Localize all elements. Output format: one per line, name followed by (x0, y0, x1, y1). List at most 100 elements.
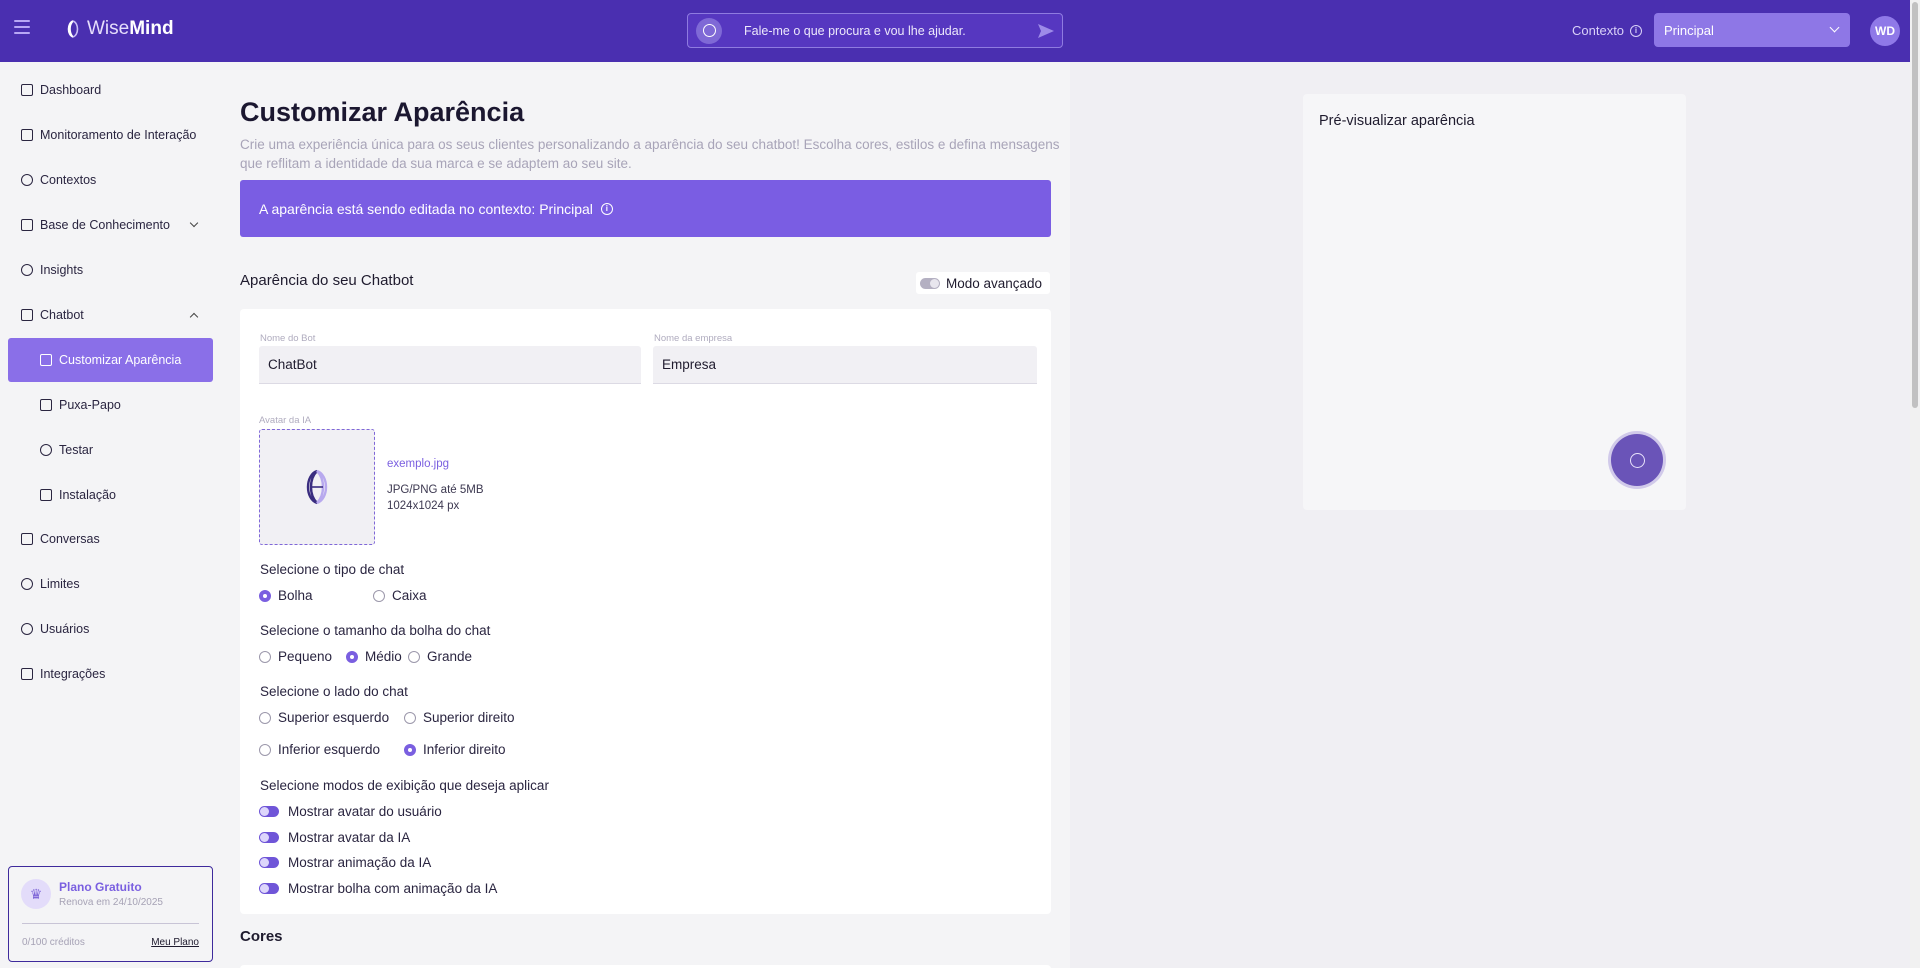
context-select-value: Principal (1664, 22, 1714, 38)
sidebar-item-integrations[interactable]: Integrações (8, 653, 213, 695)
radio-label: Pequeno (278, 649, 333, 664)
radio-label: Grande (427, 649, 473, 664)
radio-chat-type-box[interactable]: Caixa (373, 588, 427, 603)
user-avatar[interactable]: WD (1870, 16, 1900, 46)
avatar-format: JPG/PNG até 5MB (387, 484, 484, 496)
sidebar-item-monitoring[interactable]: Monitoramento de Interação (8, 114, 213, 156)
plan-credits: 0/100 créditos (22, 937, 85, 948)
sidebar-item-puxa-papo[interactable]: Puxa-Papo (8, 384, 213, 426)
radio-label: Superior direito (423, 710, 515, 725)
context-label-text: Contexto (1572, 23, 1625, 38)
logo[interactable]: Wise Mind (63, 18, 174, 40)
plan-title: Plano Gratuito (59, 880, 142, 894)
page-description: Crie uma experiência única para os seus … (240, 137, 1060, 171)
wisemind-logo-icon (67, 20, 79, 38)
toggle-switch[interactable] (259, 832, 279, 843)
company-name-input[interactable] (653, 346, 1037, 384)
hamburger-menu-icon[interactable] (14, 20, 30, 34)
sidebar-item-label: Puxa-Papo (59, 398, 121, 412)
puzzle-icon (40, 489, 52, 501)
contexts-icon (21, 174, 33, 186)
wisemind-logo-icon (306, 469, 328, 505)
bot-name-input[interactable] (259, 346, 641, 384)
sidebar: Dashboard Monitoramento de Interação Con… (0, 62, 220, 968)
toggle-switch[interactable] (259, 883, 279, 894)
radio-dot[interactable] (259, 650, 271, 663)
plan-divider (22, 923, 199, 924)
sidebar-item-label: Integrações (40, 667, 106, 681)
sidebar-item-label: Chatbot (40, 308, 84, 322)
monitoring-icon (21, 129, 33, 141)
radio-side-top-left[interactable]: Superior esquerdo (259, 710, 389, 725)
my-plan-link[interactable]: Meu Plano (151, 937, 199, 948)
toggle-show-ai-animation[interactable]: Mostrar animação da IA (259, 855, 431, 870)
radio-dot[interactable] (346, 650, 358, 663)
radio-size-small[interactable]: Pequeno (259, 649, 332, 664)
ai-orb-icon (696, 17, 722, 44)
toggle-label: Mostrar avatar do usuário (288, 804, 442, 819)
radio-size-large[interactable]: Grande (408, 649, 472, 664)
bot-name-label: Nome do Bot (260, 333, 316, 344)
page-scrollbar[interactable] (1910, 0, 1920, 968)
sidebar-item-knowledge-base[interactable]: Base de Conhecimento (8, 204, 213, 246)
chevron-down-icon (189, 218, 199, 228)
toggle-switch[interactable] (259, 806, 279, 817)
context-label: Contexto i (1572, 23, 1643, 38)
context-banner: A aparência está sendo editada no contex… (240, 180, 1051, 237)
radio-dot[interactable] (408, 650, 420, 663)
sidebar-item-contexts[interactable]: Contextos (8, 159, 213, 201)
radio-dot[interactable] (259, 743, 271, 756)
sidebar-item-installation[interactable]: Instalação (8, 474, 213, 516)
logo-word-wise: Wise (87, 18, 130, 39)
sidebar-item-label: Monitoramento de Interação (40, 128, 197, 142)
company-name-label: Nome da empresa (654, 333, 733, 344)
context-banner-text: A aparência está sendo editada no contex… (259, 200, 593, 217)
info-icon[interactable]: i (1630, 24, 1643, 37)
toggle-show-ai-avatar[interactable]: Mostrar avatar da IA (259, 830, 410, 845)
advanced-mode-toggle[interactable]: Modo avançado (916, 272, 1051, 294)
knowledge-base-icon (21, 219, 33, 231)
sidebar-item-dashboard[interactable]: Dashboard (8, 69, 213, 111)
chat-side-label: Selecione o lado do chat (260, 684, 408, 699)
sidebar-item-limits[interactable]: Limites (8, 563, 213, 605)
sidebar-item-test[interactable]: Testar (8, 429, 213, 471)
radio-dot[interactable] (373, 589, 385, 602)
radio-dot[interactable] (404, 711, 416, 724)
conversations-icon (21, 533, 33, 545)
preview-title: Pré-visualizar aparência (1319, 113, 1475, 129)
radio-dot[interactable] (259, 589, 271, 602)
scrollbar-thumb[interactable] (1912, 2, 1918, 408)
crown-icon: ♛ (21, 879, 51, 909)
integrations-icon (21, 668, 33, 680)
toggle-label: Mostrar bolha com animação da IA (288, 881, 498, 896)
radio-chat-type-bubble[interactable]: Bolha (259, 588, 313, 603)
radio-side-bottom-right[interactable]: Inferior direito (404, 742, 506, 757)
radio-dot[interactable] (404, 743, 416, 756)
sidebar-item-insights[interactable]: Insights (8, 249, 213, 291)
radio-side-top-right[interactable]: Superior direito (404, 710, 515, 725)
sidebar-item-customize-appearance[interactable]: Customizar Aparência (8, 338, 213, 382)
plan-renew-date: Renova em 24/10/2025 (59, 897, 163, 908)
sidebar-item-conversations[interactable]: Conversas (8, 518, 213, 560)
search-input[interactable] (744, 23, 1030, 38)
avatar-upload-dropzone[interactable] (259, 429, 375, 545)
avatar-file-link[interactable]: exemplo.jpg (387, 458, 449, 470)
sidebar-item-chatbot[interactable]: Chatbot (8, 294, 213, 336)
avatar-dimensions: 1024x1024 px (387, 500, 460, 512)
radio-size-medium[interactable]: Médio (346, 649, 402, 664)
toggle-show-bubble-animation[interactable]: Mostrar bolha com animação da IA (259, 881, 497, 896)
send-icon[interactable] (1030, 15, 1062, 47)
context-select[interactable]: Principal (1654, 13, 1850, 47)
toggle-switch[interactable] (259, 857, 279, 868)
sidebar-item-label: Usuários (40, 622, 90, 636)
info-icon[interactable]: i (600, 202, 613, 215)
chevron-down-icon (1829, 22, 1840, 33)
radio-dot[interactable] (259, 711, 271, 724)
radio-side-bottom-left[interactable]: Inferior esquerdo (259, 742, 380, 757)
message-icon (40, 399, 52, 411)
chat-bubble-preview[interactable] (1611, 434, 1663, 486)
sidebar-item-users[interactable]: Usuários (8, 608, 213, 650)
toggle-show-user-avatar[interactable]: Mostrar avatar do usuário (259, 804, 442, 819)
chevron-up-icon (189, 312, 199, 322)
advanced-mode-switch[interactable] (920, 277, 940, 289)
